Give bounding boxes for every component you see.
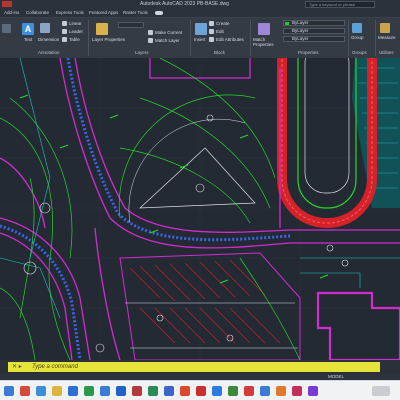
text-icon[interactable]: A [22, 23, 34, 35]
lineweight-dropdown[interactable]: ByLayer [283, 36, 345, 42]
edit-attributes-icon [209, 37, 214, 42]
panel-divider [88, 20, 89, 56]
layer-properties-icon[interactable] [96, 23, 108, 35]
color-swatch [285, 22, 289, 25]
linear-icon [62, 21, 67, 26]
app-icon[interactable] [212, 386, 222, 396]
dimension-icon[interactable] [40, 23, 50, 33]
app-icon[interactable] [68, 386, 78, 396]
leader-dropdown[interactable]: Leader [69, 29, 83, 34]
utilities-panel-title[interactable]: Utilities [379, 50, 394, 55]
app-icon[interactable] [84, 386, 94, 396]
insert-button[interactable]: Insert [194, 37, 205, 42]
window-title: Autodesk AutoCAD 2023 PB-BASE.dwg [140, 1, 229, 7]
contour-lines [0, 58, 301, 360]
ribbon-tabs: Add-ins Collaborate Express Tools Featur… [0, 9, 400, 18]
groups-panel-title[interactable]: Groups [352, 50, 367, 55]
tab-collaborate[interactable]: Collaborate [26, 10, 49, 15]
taskbar [0, 380, 400, 400]
start-icon[interactable] [4, 386, 14, 396]
match-properties-icon[interactable] [258, 23, 270, 35]
layers-panel-title[interactable]: Layers [135, 50, 149, 55]
edit-block-icon [209, 29, 214, 34]
panel-divider [375, 20, 376, 56]
tab-toggle[interactable] [155, 11, 163, 15]
create-block-icon [209, 21, 214, 26]
close-icon[interactable]: ✕ ▸ [12, 363, 22, 370]
linetype-value: ByLayer [292, 28, 309, 33]
utility-lines [0, 58, 291, 360]
create-button[interactable]: Create [216, 21, 230, 26]
tree-symbols [23, 114, 349, 353]
group-icon[interactable] [352, 23, 362, 33]
app-icon[interactable] [20, 386, 30, 396]
leader-icon [62, 29, 67, 34]
search-input[interactable]: Type a keyword or phrase [305, 1, 375, 8]
match-properties-button[interactable]: Match Properties [253, 37, 279, 47]
tab-express-tools[interactable]: Express Tools [56, 10, 84, 15]
model-space-button[interactable]: MODEL [328, 374, 344, 379]
title-bar: Autodesk AutoCAD 2023 PB-BASE.dwg Type a… [0, 0, 400, 9]
drawing-canvas[interactable] [0, 58, 400, 360]
app-icon[interactable] [36, 386, 46, 396]
app-icon[interactable] [100, 386, 110, 396]
canvas-grid [0, 58, 400, 360]
autocad-taskbar-icon[interactable] [196, 386, 206, 396]
panel-divider [190, 20, 191, 56]
insert-block-icon[interactable] [195, 23, 207, 35]
command-input[interactable]: ✕ ▸ Type a command [8, 362, 380, 372]
dimension-tool-icon[interactable] [2, 24, 11, 33]
app-icon[interactable] [276, 386, 286, 396]
color-value: ByLayer [292, 20, 309, 25]
edit-attributes-button[interactable]: Edit Attributes [216, 37, 244, 42]
autocad-app-icon[interactable] [2, 1, 12, 7]
app-icon[interactable] [164, 386, 174, 396]
site-plan-drawing[interactable] [0, 58, 400, 360]
panel-divider [250, 20, 251, 56]
linear-dropdown[interactable]: Linear [69, 21, 82, 26]
parking-lot [119, 252, 301, 360]
tab-raster-tools[interactable]: Raster Tools [123, 10, 148, 15]
make-current-icon [148, 30, 153, 35]
panel-divider [348, 20, 349, 56]
app-icon[interactable] [244, 386, 254, 396]
app-icon[interactable] [228, 386, 238, 396]
annotation-panel-title[interactable]: Annotation [38, 50, 60, 55]
dimension-button[interactable]: Dimension [38, 37, 59, 42]
measure-button[interactable]: Measure [378, 35, 396, 40]
ribbon: A Text Dimension Linear Leader Table Ann… [0, 18, 400, 58]
app-icon[interactable] [116, 386, 126, 396]
make-current-button[interactable]: Make Current [155, 30, 182, 35]
edit-button[interactable]: Edit [216, 29, 224, 34]
file-explorer-icon[interactable] [52, 386, 62, 396]
layer-properties-button[interactable]: Layer Properties [92, 37, 125, 42]
properties-panel-title[interactable]: Properties [298, 50, 319, 55]
app-icon[interactable] [148, 386, 158, 396]
table-icon [62, 37, 67, 42]
system-tray[interactable] [372, 386, 390, 396]
command-placeholder: Type a command [32, 364, 78, 370]
tab-featured-apps[interactable]: Featured Apps [89, 10, 118, 15]
app-icon[interactable] [260, 386, 270, 396]
app-icon[interactable] [308, 386, 318, 396]
tab-add-ins[interactable]: Add-ins [4, 10, 19, 15]
command-line-bar: ✕ ▸ Type a command [0, 360, 400, 374]
app-icon[interactable] [292, 386, 302, 396]
match-layer-icon [148, 38, 153, 43]
block-panel-title[interactable]: Block [214, 50, 225, 55]
table-button[interactable]: Table [69, 37, 80, 42]
app-icon[interactable] [132, 386, 142, 396]
measure-icon[interactable] [380, 23, 390, 33]
group-button[interactable]: Group [351, 35, 364, 40]
color-dropdown[interactable]: ByLayer [283, 20, 345, 26]
text-button[interactable]: Text [24, 37, 32, 42]
building-outline [316, 291, 400, 360]
app-icon[interactable] [180, 386, 190, 396]
layer-dropdown[interactable] [118, 22, 144, 28]
ball-field [118, 94, 256, 224]
lineweight-value: ByLayer [292, 36, 309, 41]
match-layer-button[interactable]: Match Layer [155, 38, 180, 43]
linetype-dropdown[interactable]: ByLayer [283, 28, 345, 34]
